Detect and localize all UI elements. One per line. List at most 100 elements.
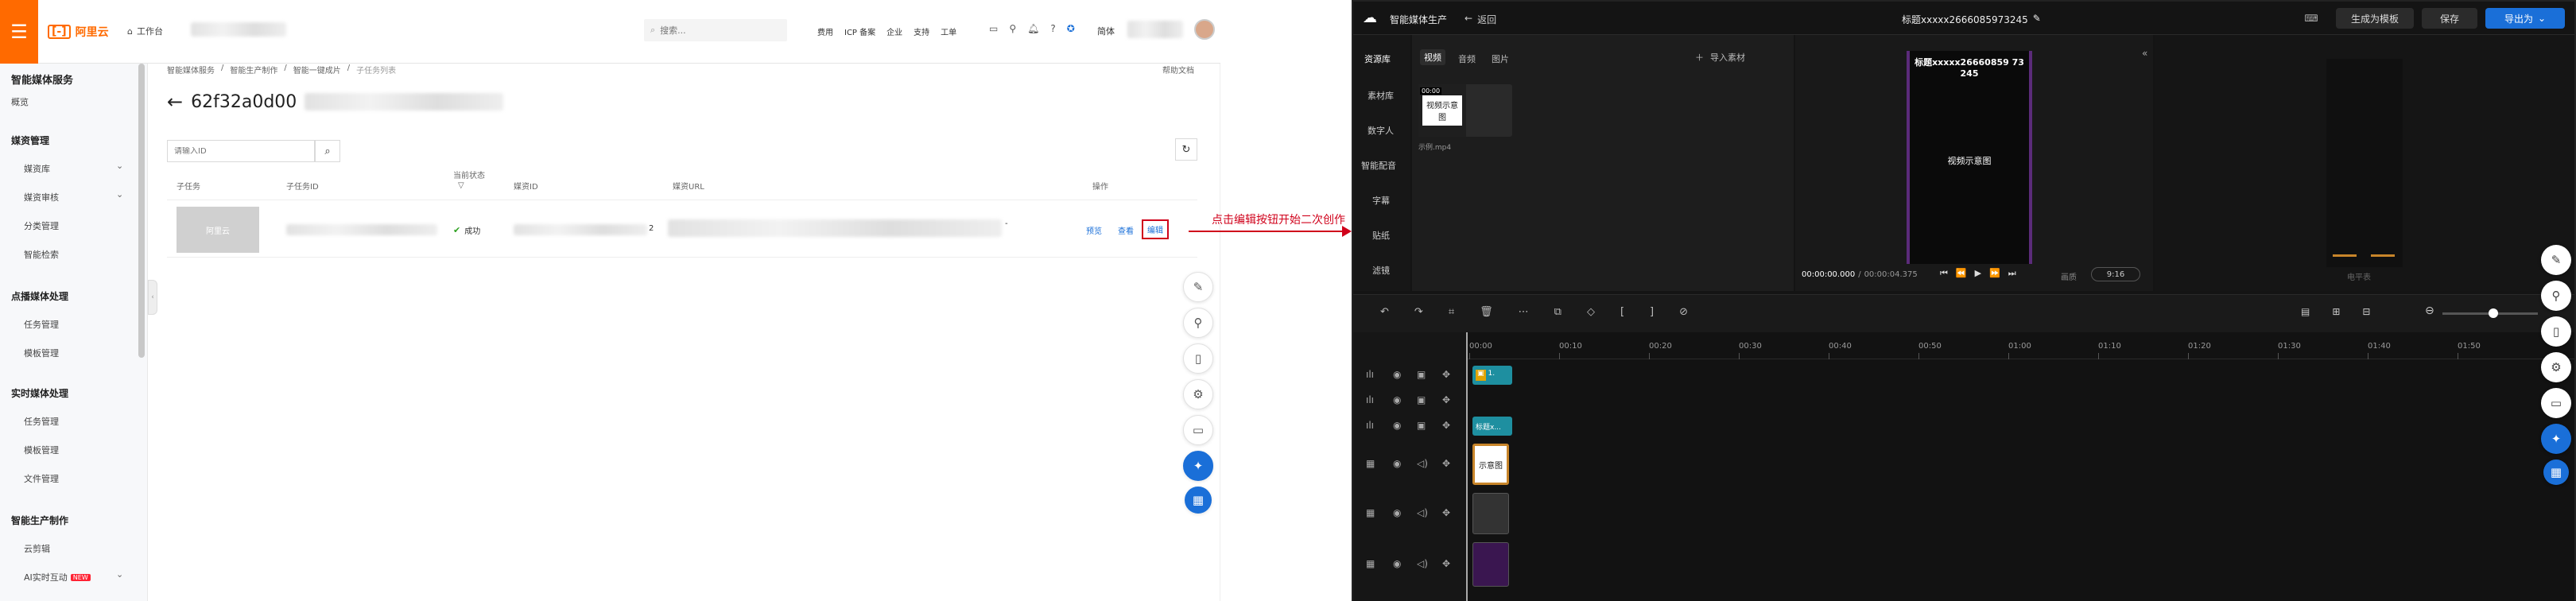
sidebar-item-live-tasks[interactable]: 任务管理 <box>24 415 59 428</box>
sidebar-item-overview[interactable]: 概览 <box>11 95 29 108</box>
timeline-clip[interactable]: ▣ 1. <box>1472 366 1512 385</box>
project-name[interactable]: 标题xxxxx2666085973245 ✎ <box>1902 13 2041 26</box>
workbench-link[interactable]: ⌂ 工作台 <box>127 25 163 37</box>
quality-label[interactable]: 画质 <box>2061 270 2077 282</box>
refresh-button[interactable]: ↻ <box>1175 138 1197 161</box>
eye-icon[interactable]: ◉ <box>1393 369 1401 380</box>
crop-icon[interactable]: ⌗ <box>1449 306 1454 318</box>
global-search-input[interactable] <box>660 25 772 36</box>
delete-icon[interactable]: 🗑︎ <box>1480 306 1493 318</box>
keyboard-icon[interactable]: ⌨ <box>2301 10 2322 27</box>
nav-resources[interactable]: 资源库 <box>1364 52 1391 65</box>
lock-icon[interactable]: ▣ <box>1417 420 1426 431</box>
cart-icon[interactable]: ⚲ <box>2541 281 2571 311</box>
help-icon[interactable]: ? <box>1050 23 1055 34</box>
nav-digital-human[interactable]: 数字人 <box>1368 124 1394 137</box>
language-switch[interactable]: 简体 <box>1097 25 1115 37</box>
collapse-icon[interactable]: « <box>2142 48 2147 59</box>
apps-grid-icon[interactable]: ▦ <box>2543 459 2569 485</box>
tab-video[interactable]: 视频 <box>1420 49 1445 65</box>
preview-link[interactable]: 预览 <box>1086 224 1102 236</box>
timeline-clip[interactable] <box>1472 493 1509 534</box>
disable-icon[interactable]: ⊘ <box>1679 306 1688 318</box>
help-doc-link[interactable]: 帮助文档 <box>1162 64 1194 76</box>
breadcrumb-item[interactable]: 智能生产制作 <box>230 64 277 76</box>
settings-icon[interactable]: ⚙ <box>1183 379 1213 409</box>
user-name-blurred[interactable] <box>1127 21 1183 38</box>
move-icon[interactable]: ✥ <box>1442 420 1450 431</box>
id-filter[interactable] <box>167 140 315 162</box>
forward-icon[interactable]: ⏩ <box>1989 268 2000 279</box>
collapse-handle[interactable]: ‹ <box>148 280 157 315</box>
cart-icon[interactable]: ⚲ <box>1183 308 1213 338</box>
filter-icon[interactable]: ▽ <box>458 181 464 190</box>
cart-icon[interactable]: ⚲ <box>1009 23 1016 34</box>
save-as-template-button[interactable]: 生成为模板 <box>2336 8 2414 29</box>
zoom-slider-handle[interactable] <box>2489 308 2498 318</box>
avatar[interactable] <box>1194 19 1215 40</box>
nav-materials[interactable]: 素材库 <box>1368 89 1394 102</box>
sidebar-item-files[interactable]: 文件管理 <box>24 472 59 485</box>
lock-icon[interactable]: ▣ <box>1417 394 1426 405</box>
edit-link[interactable]: 编辑 <box>1142 219 1169 239</box>
chevron-down-icon[interactable]: ⌄ <box>116 161 123 171</box>
ratio-select[interactable]: 9:16 <box>2091 267 2140 281</box>
nav-stickers[interactable]: 贴纸 <box>1372 229 1390 242</box>
global-search[interactable]: ⌕ <box>644 19 787 41</box>
zoom-slider[interactable] <box>2442 308 2538 318</box>
volume-icon[interactable]: ◁) <box>1417 507 1428 518</box>
timeline-clip[interactable]: 示意图 <box>1472 444 1509 485</box>
nav-filters[interactable]: 滤镜 <box>1372 264 1390 277</box>
move-icon[interactable]: ✥ <box>1442 369 1450 380</box>
skip-start-icon[interactable]: ⏮ <box>1940 268 1948 279</box>
ai-assistant-icon[interactable]: ✦ <box>2541 424 2571 454</box>
move-icon[interactable]: ✥ <box>1442 507 1450 518</box>
chat-icon[interactable]: ▭ <box>1183 415 1213 445</box>
brand-logo[interactable]: [-] 阿里云 <box>48 24 109 40</box>
media-url-blurred[interactable] <box>668 219 1002 237</box>
chat-icon[interactable]: ▭ <box>2541 388 2571 418</box>
shield-icon[interactable]: ◇ <box>1587 306 1595 318</box>
edit-icon[interactable]: ✎ <box>1183 272 1213 302</box>
bell-icon[interactable]: 🔔︎ <box>1027 23 1039 34</box>
undo-icon[interactable]: ↶ <box>1380 306 1389 318</box>
move-icon[interactable]: ✥ <box>1442 458 1450 469</box>
document-icon[interactable]: ▯ <box>1183 343 1213 374</box>
play-icon[interactable]: ▶ <box>1975 268 1981 279</box>
preview-canvas[interactable]: 标题xxxxx26660859 73245 视频示意图 <box>1907 51 2032 264</box>
search-button[interactable]: ⌕ <box>315 140 340 162</box>
eye-icon[interactable]: ◉ <box>1393 558 1401 569</box>
bracket-left-icon[interactable]: [ <box>1620 306 1624 318</box>
ai-assistant-icon[interactable]: ✦ <box>1183 451 1213 481</box>
breadcrumb-item[interactable]: 智能一键成片 <box>293 64 341 76</box>
eye-icon[interactable]: ◉ <box>1393 507 1401 518</box>
sidebar-item-media-review[interactable]: 媒资审核 <box>24 191 59 204</box>
marker-icon[interactable]: ⊟ <box>2362 306 2370 317</box>
back-arrow-icon[interactable]: ← <box>167 91 183 113</box>
track-view-icon[interactable]: ▤ <box>2301 306 2310 317</box>
account-region-blurred[interactable] <box>191 22 286 37</box>
view-link[interactable]: 查看 <box>1118 224 1134 236</box>
time-ruler[interactable]: 00:00 00:10 00:20 00:30 00:40 00:50 01:00 01:10… <box>1466 332 2574 359</box>
sidebar-item-vod-templates[interactable]: 模板管理 <box>24 347 59 359</box>
nav-ticket[interactable]: 工单 <box>941 25 956 37</box>
breadcrumb-item[interactable]: 智能媒体服务 <box>167 64 215 76</box>
clip-card[interactable]: 视频示意图 00:00 <box>1418 84 1512 137</box>
sidebar-item-vod-tasks[interactable]: 任务管理 <box>24 318 59 331</box>
crop-frame-icon[interactable]: ⧉ <box>1554 306 1562 318</box>
menu-icon[interactable]: ☰ <box>0 0 38 64</box>
sidebar-item-media-library[interactable]: 媒资库 <box>24 162 50 175</box>
timeline-clip[interactable] <box>1472 542 1509 587</box>
eye-icon[interactable]: ◉ <box>1393 420 1401 431</box>
sidebar-item-ai-interaction[interactable]: AI实时互动 NEW <box>24 571 91 584</box>
fit-icon[interactable]: ⊞ <box>2332 306 2340 317</box>
save-button[interactable]: 保存 <box>2422 8 2477 29</box>
sidebar-scrollbar[interactable] <box>138 64 145 358</box>
nav-icp[interactable]: ICP 备案 <box>844 25 875 37</box>
nav-fees[interactable]: 费用 <box>817 25 833 37</box>
volume-icon[interactable]: ◁) <box>1417 458 1428 469</box>
edit-icon[interactable]: ✎ <box>2541 245 2571 275</box>
redo-icon[interactable]: ↷ <box>1414 306 1423 318</box>
sidebar-item-category[interactable]: 分类管理 <box>24 219 59 232</box>
timeline-clip[interactable]: 标题x... <box>1472 417 1512 436</box>
